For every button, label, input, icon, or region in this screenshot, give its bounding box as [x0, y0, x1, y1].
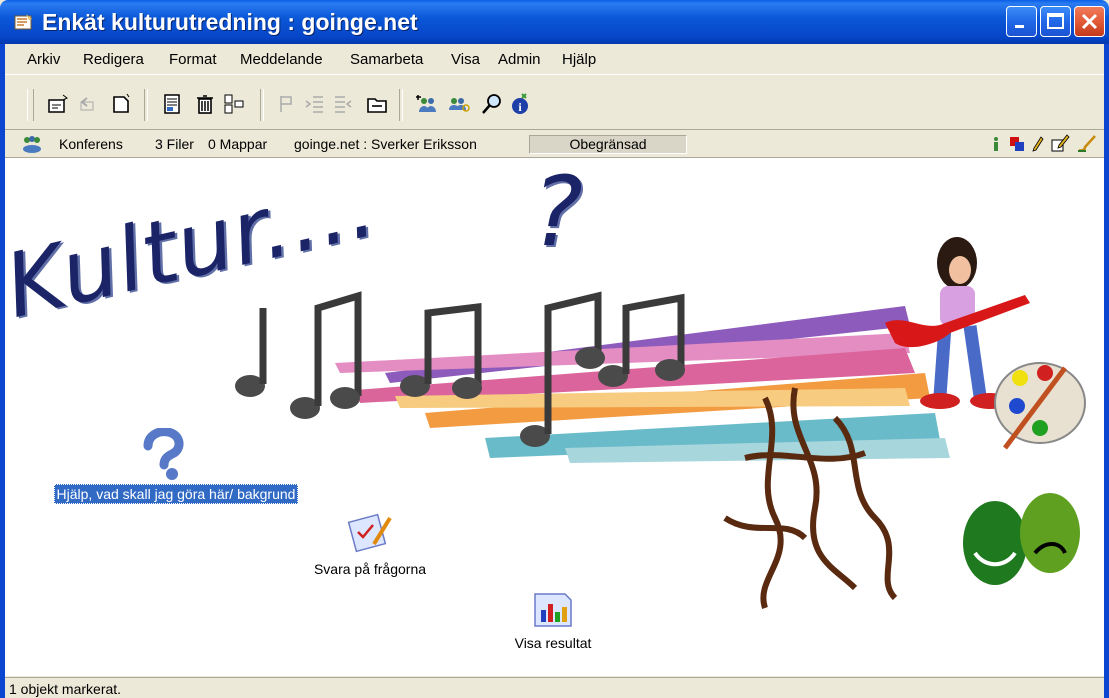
item-results-label[interactable]: Visa resultat: [513, 634, 594, 652]
item-results[interactable]: Visa resultat: [478, 588, 628, 652]
reply-icon[interactable]: [77, 92, 101, 116]
app-icon: [14, 14, 32, 30]
menu-redigera[interactable]: Redigera: [83, 51, 144, 68]
conference-label: Konferens: [59, 136, 123, 152]
maximize-icon: [1047, 13, 1064, 29]
menu-meddelande[interactable]: Meddelande: [240, 51, 323, 68]
window-title: Enkät kulturutredning : goinge.net: [42, 9, 418, 35]
item-help-label[interactable]: Hjälp, vad skall jag göra här/ bakgrund: [53, 484, 299, 504]
move-icon[interactable]: [222, 92, 246, 116]
status-bar: 1 objekt markerat.: [5, 677, 1104, 698]
new-document-icon[interactable]: [109, 92, 133, 116]
menu-visa[interactable]: Visa: [451, 51, 480, 68]
window-frame-right: [1104, 44, 1109, 698]
brush-icon[interactable]: [1077, 134, 1097, 152]
menu-admin[interactable]: Admin: [498, 51, 541, 68]
results-chart-icon: [534, 593, 572, 627]
info-icon[interactable]: i: [508, 92, 532, 116]
search-icon[interactable]: [480, 92, 504, 116]
folder-count: 0 Mappar: [208, 136, 268, 152]
flag-icon[interactable]: [275, 92, 299, 116]
delete-icon[interactable]: [193, 92, 217, 116]
theatre-masks-drawing: [963, 493, 1080, 585]
conference-icon: [23, 136, 41, 153]
menu-arkiv[interactable]: Arkiv: [27, 51, 60, 68]
menu-format[interactable]: Format: [169, 51, 217, 68]
item-answer[interactable]: Svara på frågorna: [290, 510, 450, 578]
toolbar-separator: [399, 89, 403, 121]
menu-hjalp[interactable]: Hjälp: [562, 51, 596, 68]
windows-icon[interactable]: [1009, 136, 1025, 152]
minimize-button[interactable]: [1006, 6, 1037, 37]
location-path: goinge.net : Sverker Eriksson: [294, 136, 477, 152]
find-users-icon[interactable]: [447, 92, 471, 116]
paint-palette-drawing: [994, 362, 1086, 450]
add-users-icon[interactable]: [415, 92, 439, 116]
open-folder-icon[interactable]: [365, 92, 389, 116]
maximize-button[interactable]: [1040, 6, 1071, 37]
minimize-icon: [1015, 25, 1024, 28]
toolbar-separator: [144, 89, 148, 121]
properties-icon[interactable]: [160, 92, 184, 116]
quota-field: Obegränsad: [529, 135, 687, 154]
title-bar[interactable]: Enkät kulturutredning : goinge.net: [0, 0, 1109, 44]
conference-content: Kultur.... ? Hjälp, vad skall jag göra h…: [0, 153, 1104, 676]
status-text: 1 objekt markerat.: [9, 681, 122, 697]
item-help[interactable]: Hjälp, vad skall jag göra här/ bakgrund: [26, 428, 326, 504]
info-bar: Konferens 3 Filer 0 Mappar goinge.net : …: [5, 131, 1104, 158]
menu-samarbeta[interactable]: Samarbeta: [350, 51, 423, 68]
menu-bar: Arkiv Redigera Format Meddelande Samarbe…: [5, 44, 1104, 75]
close-icon: [1081, 13, 1098, 30]
info-icon[interactable]: [991, 136, 1001, 152]
item-answer-label[interactable]: Svara på frågorna: [312, 560, 428, 578]
help-question-icon: [143, 428, 184, 480]
indent-icon[interactable]: [303, 92, 327, 116]
new-item-icon[interactable]: [46, 92, 70, 116]
toolbar: i: [5, 75, 1104, 130]
app-window: Enkät kulturutredning : goinge.net Arkiv…: [0, 0, 1109, 698]
edit-icon[interactable]: [1051, 134, 1071, 152]
banner-question-mark: ?: [532, 156, 583, 268]
toolbar-grip[interactable]: [27, 89, 34, 121]
toolbar-separator: [260, 89, 264, 121]
pencil-icon[interactable]: [1032, 136, 1044, 152]
survey-form-icon: [347, 513, 392, 553]
outdent-icon[interactable]: [331, 92, 355, 116]
close-button[interactable]: [1074, 6, 1105, 37]
file-count: 3 Filer: [155, 136, 194, 152]
